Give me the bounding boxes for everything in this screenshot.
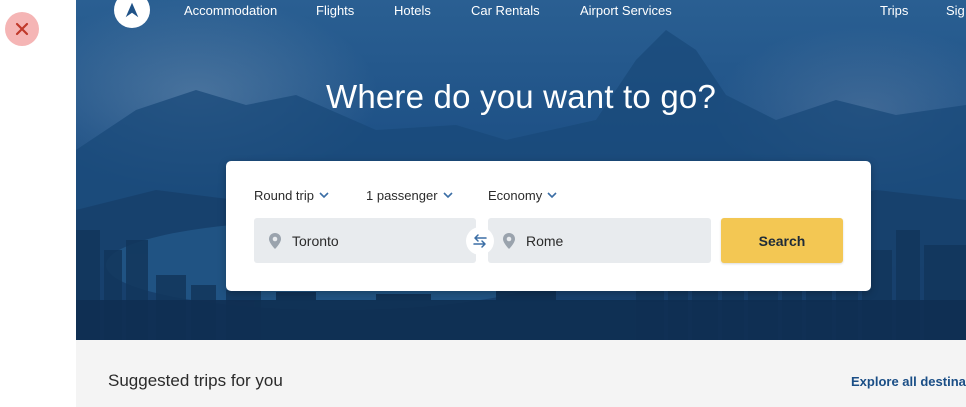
- nav-link-car-rentals[interactable]: Car Rentals: [471, 3, 540, 18]
- close-icon: [15, 22, 29, 36]
- origin-value: Toronto: [292, 232, 339, 249]
- chevron-down-icon: [319, 192, 329, 199]
- location-pin-icon: [502, 232, 516, 250]
- flight-search-card: Round trip 1 passenger Economy Toronto R…: [226, 161, 871, 291]
- location-pin-icon: [268, 232, 282, 250]
- nav-link-sign-in[interactable]: Sig: [946, 3, 965, 18]
- trip-type-label: Round trip: [254, 188, 314, 203]
- passenger-dropdown[interactable]: 1 passenger: [366, 188, 453, 203]
- chevron-down-icon: [442, 192, 453, 199]
- explore-destinations-link[interactable]: Explore all destinati: [851, 374, 966, 389]
- chevron-down-icon: [547, 192, 557, 199]
- nav-link-flights[interactable]: Flights: [316, 3, 354, 18]
- suggested-trips-section: Suggested trips for you Explore all dest…: [76, 340, 966, 407]
- swap-button[interactable]: [466, 227, 494, 255]
- destination-value: Rome: [526, 232, 564, 249]
- nav-link-airport-services[interactable]: Airport Services: [580, 3, 672, 18]
- close-button[interactable]: [5, 12, 39, 46]
- cabin-class-label: Economy: [488, 188, 543, 203]
- trip-type-dropdown[interactable]: Round trip: [254, 188, 329, 203]
- passenger-label: 1 passenger: [366, 188, 438, 203]
- nav-link-accommodation[interactable]: Accommodation: [184, 3, 277, 18]
- hero-banner: Accommodation Flights Hotels Car Rentals…: [76, 0, 966, 340]
- nav-link-trips[interactable]: Trips: [880, 3, 908, 18]
- search-button[interactable]: Search: [721, 218, 843, 263]
- suggested-trips-title: Suggested trips for you: [108, 371, 283, 390]
- cabin-class-dropdown[interactable]: Economy: [488, 188, 557, 203]
- top-nav: Accommodation Flights Hotels Car Rentals…: [76, 0, 966, 28]
- destination-input[interactable]: Rome: [488, 218, 711, 263]
- hero-headline: Where do you want to go?: [325, 78, 717, 115]
- swap-arrows-icon: [473, 234, 487, 248]
- origin-input[interactable]: Toronto: [254, 218, 476, 263]
- nav-link-hotels[interactable]: Hotels: [394, 3, 431, 18]
